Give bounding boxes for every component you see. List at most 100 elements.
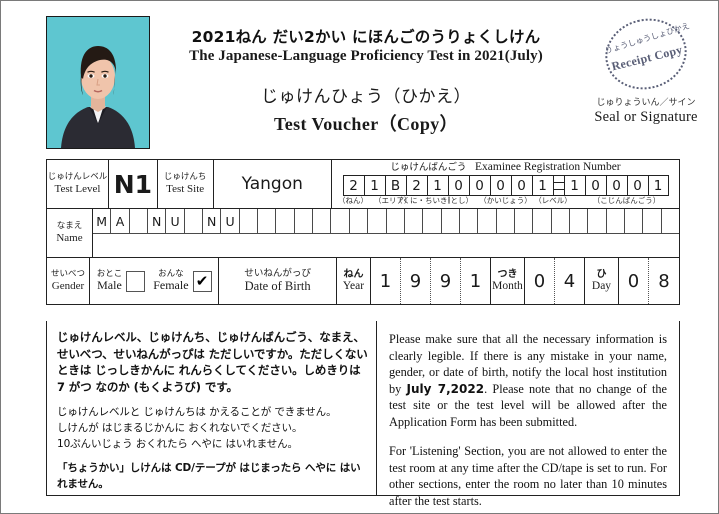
name-character-cells: MANUNU xyxy=(93,209,679,234)
notes-jp-line-2: しけんが はじまるじかんに おくれないでください。 xyxy=(57,422,303,434)
name-value-area: MANUNU xyxy=(93,209,679,257)
seal-label-english: Seal or Signature xyxy=(594,109,698,125)
registration-group-label: （こじんばんごう） xyxy=(592,196,661,205)
notes-jp-primary: じゅけんレベル、じゅけんち、じゅけんばんごう、なまえ、せいべつ、せいねんがっぴは… xyxy=(57,330,368,394)
registration-title-jp: じゅけんばんごう xyxy=(390,162,467,173)
date-of-birth-fields: ねん Year 1 9 9 1 つき Month 0 4 ひ Day 0 8 xyxy=(337,258,679,304)
name-label: なまえ Name xyxy=(47,209,93,257)
gender-option-female[interactable]: おんな Female ✔ xyxy=(153,269,212,293)
name-cell xyxy=(496,209,515,234)
registration-digit: 0 xyxy=(510,175,532,196)
registration-group-label: （かいじょう） xyxy=(479,196,532,205)
name-label-jp: なまえ xyxy=(56,221,83,232)
receipt-stamp-icon: りょうしゅうしょひかえ Receipt Copy xyxy=(597,10,695,98)
registration-digit: 0 xyxy=(447,175,469,196)
test-level-label: じゅけんレベル Test Level xyxy=(47,160,109,208)
test-level-value: N1 xyxy=(109,160,158,208)
dob-month-digit: 4 xyxy=(555,258,585,304)
female-checkbox[interactable]: ✔ xyxy=(192,270,212,292)
dob-year-digit: 1 xyxy=(371,258,401,304)
name-cell xyxy=(239,209,259,234)
name-cell: N xyxy=(203,209,222,234)
seal-label-japanese: じゅりょういん／サイン xyxy=(596,98,696,108)
name-cell xyxy=(514,209,534,234)
name-cell xyxy=(661,209,679,234)
registration-digit: 2 xyxy=(342,175,364,196)
notes-en-deadline: July 7,2022 xyxy=(406,381,485,396)
registration-digit: 0 xyxy=(468,175,490,196)
name-cell xyxy=(294,209,314,234)
registration-digit: 0 xyxy=(584,175,606,196)
dob-day-label-jp: ひ xyxy=(596,269,607,281)
registration-digit: 1 xyxy=(531,175,553,196)
test-site-label-jp: じゅけんち xyxy=(163,172,207,183)
registration-group-labels: （ねん） （エリア） （くに・ちいき） （とし） （かいじょう） （レベル） （こじんばんご… xyxy=(332,196,679,206)
male-checkbox[interactable] xyxy=(126,270,146,292)
name-cell xyxy=(313,209,332,234)
subtitle-english: Test Voucher（Copy） xyxy=(273,114,459,134)
gender-option-male[interactable]: おとこ Male xyxy=(97,269,146,293)
name-cell xyxy=(423,209,442,234)
registration-group-label: （レベル） xyxy=(534,196,572,205)
dob-day-label-en: Day xyxy=(591,280,612,293)
name-cell xyxy=(349,209,369,234)
name-label-en: Name xyxy=(56,231,83,244)
registration-group-label: （とし） xyxy=(443,196,473,205)
registration-title: じゅけんばんごう Examinee Registration Number xyxy=(332,160,679,174)
dob-year-digit: 1 xyxy=(461,258,491,304)
dob-month-label: つき Month xyxy=(491,258,525,304)
voucher-form-table: じゅけんレベル Test Level N1 じゅけんち Test Site Ya… xyxy=(46,159,680,305)
male-label-en: Male xyxy=(97,278,122,293)
name-cell xyxy=(478,209,497,234)
name-cell: M xyxy=(93,209,112,234)
registration-digit: 1 xyxy=(563,175,585,196)
notes-jp-line-1: じゅけんレベルと じゅけんちは かえることが できません。 xyxy=(57,406,337,418)
name-cell xyxy=(643,209,662,234)
gender-label-en: Gender xyxy=(51,279,85,292)
test-site-label: じゅけんち Test Site xyxy=(158,160,214,208)
date-of-birth-label: せいねんがっぴ Date of Birth xyxy=(219,258,337,304)
test-level-label-en: Test Level xyxy=(54,182,101,195)
registration-number-block: じゅけんばんごう Examinee Registration Number 21… xyxy=(332,160,679,208)
notes-jp-secondary: じゅけんレベルと じゅけんちは かえることが できません。 しけんが はじまるじ… xyxy=(57,404,368,452)
notes-jp-line-3: 10ぷんいじょう おくれたら へやに はいれません。 xyxy=(57,438,298,450)
dob-day-digit: 8 xyxy=(658,270,670,292)
subtitle-japanese: じゅけんひょう（ひかえ） xyxy=(261,87,471,107)
registration-group-label: （くに・ちいき） xyxy=(395,196,455,205)
registration-separator xyxy=(552,175,564,196)
notes-section: じゅけんレベル、じゅけんち、じゅけんばんごう、なまえ、せいべつ、せいねんがっぴは… xyxy=(46,321,680,508)
dob-day-label: ひ Day xyxy=(585,258,619,304)
dob-label-en: Date of Birth xyxy=(244,279,311,294)
name-cell xyxy=(258,209,277,234)
voucher-header: 2021ねん だい2かい にほんごのうりょくしけん The Japanese-L… xyxy=(46,10,706,155)
name-cell xyxy=(129,209,149,234)
title-japanese: 2021ねん だい2かい にほんごのうりょくしけん xyxy=(191,28,541,46)
registration-digit: 1 xyxy=(426,175,448,196)
name-cell xyxy=(276,209,295,234)
name-cell xyxy=(624,209,644,234)
notes-jp-listening: 「ちょうかい」しけんは CD/テープが はじまったら へやに はいれません。 xyxy=(57,462,361,490)
dob-month-label-en: Month xyxy=(492,280,523,293)
dob-day-digit: 0 xyxy=(619,258,649,304)
receipt-stamp-area: りょうしゅうしょひかえ Receipt Copy じゅりょういん／サイン Sea… xyxy=(586,10,706,126)
row-name: なまえ Name MANUNU xyxy=(47,208,679,257)
name-cell: A xyxy=(111,209,130,234)
female-label-en: Female xyxy=(153,278,189,293)
notes-en-paragraph-1: Please make sure that all the necessary … xyxy=(389,331,667,430)
registration-digit: 1 xyxy=(363,175,385,196)
name-cell: U xyxy=(221,209,240,234)
name-cell xyxy=(368,209,387,234)
name-cell xyxy=(441,209,460,234)
name-cell xyxy=(459,209,479,234)
name-blank-area xyxy=(93,234,679,257)
registration-group-label: （ねん） xyxy=(338,196,368,205)
dob-month-label-jp: つき xyxy=(497,269,518,281)
title-block: 2021ねん だい2かい にほんごのうりょくしけん The Japanese-L… xyxy=(156,25,576,136)
name-cell xyxy=(386,209,405,234)
name-cell xyxy=(588,209,607,234)
dob-month-digit: 0 xyxy=(525,258,555,304)
dob-label-jp: せいねんがっぴ xyxy=(244,267,311,279)
female-label: おんな Female xyxy=(153,269,189,293)
voucher-page: 2021ねん だい2かい にほんごのうりょくしけん The Japanese-L… xyxy=(0,0,719,514)
dob-year-label-jp: ねん xyxy=(343,269,364,281)
